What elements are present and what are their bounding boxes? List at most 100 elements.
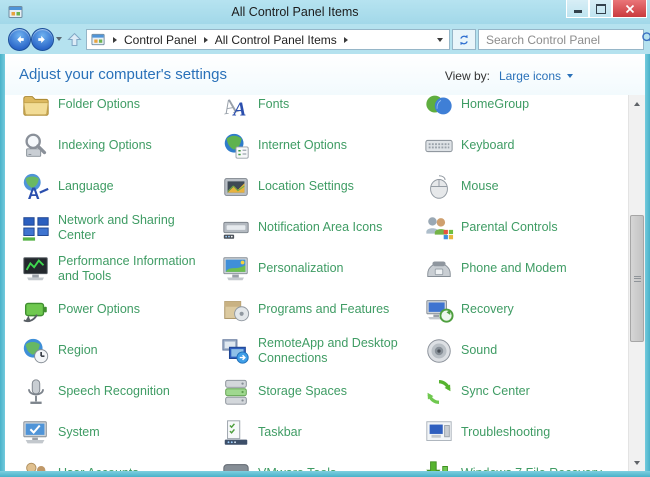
item-remoteapp-connections[interactable]: RemoteApp and Desktop Connections — [205, 330, 408, 371]
item-label[interactable]: Parental Controls — [461, 220, 558, 235]
item-label[interactable]: Internet Options — [258, 138, 347, 153]
item-label[interactable]: Programs and Features — [258, 302, 389, 317]
item-indexing-options[interactable]: Indexing Options — [5, 125, 205, 166]
item-location-settings[interactable]: Location Settings — [205, 166, 408, 207]
control-panel-icon — [91, 32, 106, 47]
item-system[interactable]: System — [5, 412, 205, 453]
items-viewport: Folder Options A A Fonts HomeGroup Indexin… — [5, 95, 628, 471]
item-fonts[interactable]: A A Fonts — [205, 95, 408, 125]
thumb-grip — [633, 280, 641, 282]
item-label[interactable]: Phone and Modem — [461, 261, 567, 276]
item-language[interactable]: A Language — [5, 166, 205, 207]
item-label[interactable]: Troubleshooting — [461, 425, 550, 440]
titlebar[interactable]: All Control Panel Items — [0, 0, 650, 24]
item-region[interactable]: Region — [5, 330, 205, 371]
recent-pages-chevron-icon[interactable] — [56, 37, 62, 41]
item-parental-controls[interactable]: Parental Controls — [408, 207, 628, 248]
item-vmware-tools[interactable]: vmVMware Tools — [205, 453, 408, 471]
item-power-options[interactable]: Power Options — [5, 289, 205, 330]
view-by-dropdown-icon[interactable] — [567, 74, 573, 78]
item-label[interactable]: Speech Recognition — [58, 384, 170, 399]
item-windows7-file-recovery[interactable]: Windows 7 File Recovery — [408, 453, 628, 471]
vertical-scrollbar[interactable] — [628, 95, 645, 471]
vmware-icon: vm — [221, 459, 251, 471]
maximize-button[interactable] — [589, 0, 612, 18]
item-label[interactable]: Sync Center — [461, 384, 530, 399]
back-button[interactable] — [8, 28, 31, 51]
scrollbar-thumb[interactable] — [630, 215, 644, 342]
homegroup-icon — [424, 95, 454, 120]
item-label[interactable]: Mouse — [461, 179, 499, 194]
item-label[interactable]: Network and Sharing Center — [58, 213, 175, 243]
address-dropdown-icon[interactable] — [437, 37, 443, 42]
app-window-icon — [8, 4, 24, 20]
item-label[interactable]: RemoteApp and Desktop Connections — [258, 336, 398, 366]
item-label[interactable]: Performance Information and Tools — [58, 254, 196, 284]
up-button[interactable] — [64, 29, 84, 49]
item-label[interactable]: Indexing Options — [58, 138, 152, 153]
internet-globe-icon — [221, 131, 251, 161]
forward-arrow-icon — [38, 35, 45, 44]
item-label[interactable]: HomeGroup — [461, 97, 529, 112]
item-label[interactable]: Location Settings — [258, 179, 354, 194]
recovery-icon — [424, 295, 454, 325]
item-recovery[interactable]: Recovery — [408, 289, 628, 330]
item-label[interactable]: Language — [58, 179, 114, 194]
item-label[interactable]: Keyboard — [461, 138, 515, 153]
item-label[interactable]: Personalization — [258, 261, 343, 276]
item-storage-spaces[interactable]: Storage Spaces — [205, 371, 408, 412]
thumb-grip — [633, 275, 641, 277]
forward-button[interactable] — [31, 28, 54, 51]
network-icon — [21, 213, 51, 243]
item-mouse[interactable]: Mouse — [408, 166, 628, 207]
breadcrumb-chevron-icon[interactable] — [113, 36, 117, 43]
item-notification-area-icons[interactable]: Notification Area Icons — [205, 207, 408, 248]
minimize-button[interactable] — [566, 0, 589, 18]
item-label[interactable]: Power Options — [58, 302, 140, 317]
close-button[interactable] — [612, 0, 647, 18]
search-icon[interactable] — [641, 31, 650, 48]
item-label[interactable]: Sound — [461, 343, 497, 358]
item-label[interactable]: Notification Area Icons — [258, 220, 382, 235]
item-label[interactable]: Region — [58, 343, 98, 358]
taskbar-icon — [221, 418, 251, 448]
item-programs-and-features[interactable]: Programs and Features — [205, 289, 408, 330]
view-by-value[interactable]: Large icons — [499, 69, 561, 83]
scroll-down-button[interactable] — [629, 454, 645, 471]
window-border-right — [645, 54, 650, 477]
item-homegroup[interactable]: HomeGroup — [408, 95, 628, 125]
item-troubleshooting[interactable]: Troubleshooting — [408, 412, 628, 453]
breadcrumb-chevron-icon[interactable] — [343, 36, 348, 43]
refresh-button[interactable] — [452, 29, 476, 50]
item-label[interactable]: Taskbar — [258, 425, 302, 440]
item-network-sharing-center[interactable]: Network and Sharing Center — [5, 207, 205, 248]
location-settings-icon — [221, 172, 251, 202]
scroll-up-button[interactable] — [629, 95, 645, 112]
item-personalization[interactable]: Personalization — [205, 248, 408, 289]
item-label[interactable]: Storage Spaces — [258, 384, 347, 399]
item-label[interactable]: Fonts — [258, 97, 289, 112]
search-input[interactable] — [479, 32, 641, 47]
item-performance-information[interactable]: Performance Information and Tools — [5, 248, 205, 289]
item-phone-and-modem[interactable]: Phone and Modem — [408, 248, 628, 289]
item-keyboard[interactable]: Keyboard — [408, 125, 628, 166]
breadcrumb-item-control-panel[interactable]: Control Panel — [124, 33, 197, 47]
view-by-control: View by: Large icons — [445, 69, 573, 83]
item-folder-options[interactable]: Folder Options — [5, 95, 205, 125]
sound-speaker-icon — [424, 336, 454, 366]
breadcrumb-item-all-items[interactable]: All Control Panel Items — [215, 33, 337, 47]
close-icon — [625, 4, 634, 13]
item-speech-recognition[interactable]: Speech Recognition — [5, 371, 205, 412]
phone-icon — [424, 254, 454, 284]
scroll-down-icon — [634, 460, 640, 465]
item-sound[interactable]: Sound — [408, 330, 628, 371]
item-internet-options[interactable]: Internet Options — [205, 125, 408, 166]
item-label[interactable]: Folder Options — [58, 97, 140, 112]
personalization-icon — [221, 254, 251, 284]
item-label[interactable]: System — [58, 425, 100, 440]
item-label[interactable]: Recovery — [461, 302, 514, 317]
item-taskbar[interactable]: Taskbar — [205, 412, 408, 453]
item-sync-center[interactable]: Sync Center — [408, 371, 628, 412]
item-user-accounts[interactable]: User Accounts — [5, 453, 205, 471]
breadcrumb-chevron-icon[interactable] — [203, 36, 208, 43]
